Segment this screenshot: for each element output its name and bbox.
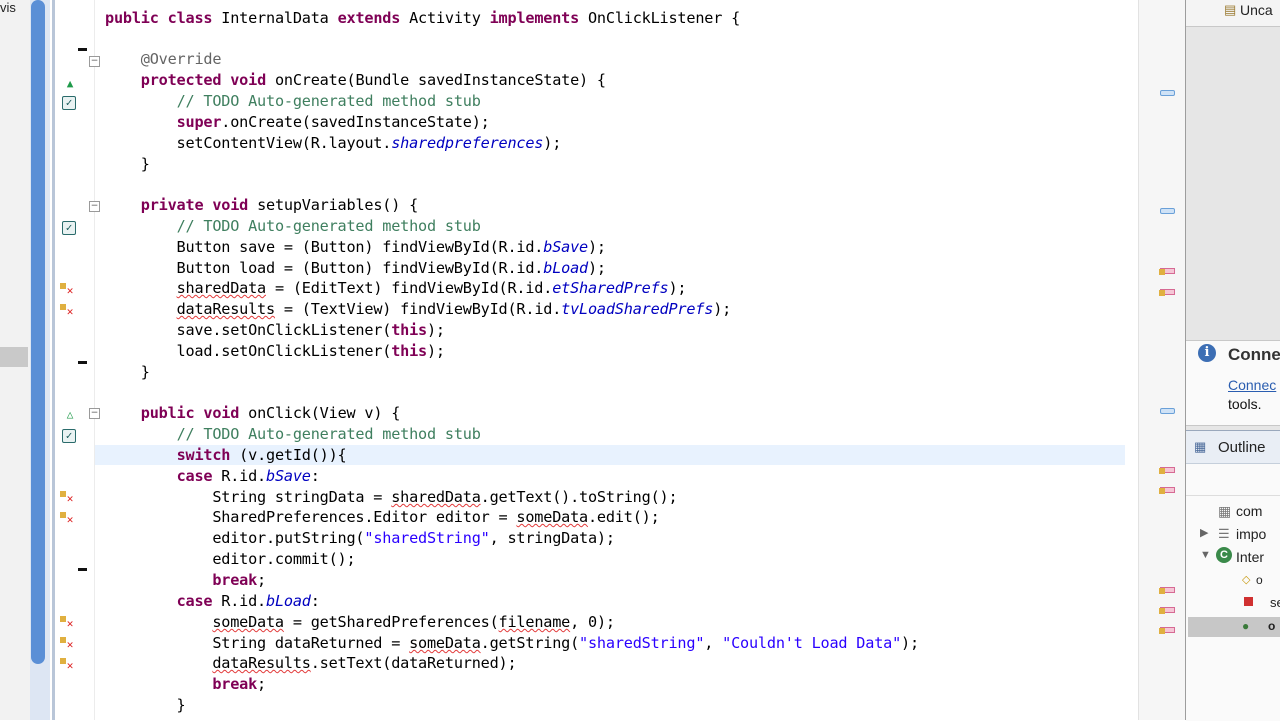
- package-item[interactable]: Unca: [1240, 2, 1280, 18]
- code-line[interactable]: }: [105, 154, 150, 174]
- private-method-icon: [1244, 597, 1253, 606]
- left-panel-text: vis: [0, 0, 16, 15]
- outline-icon: ▦: [1194, 439, 1207, 454]
- outline-item-imports[interactable]: impo: [1236, 526, 1280, 542]
- overview-task-marker[interactable]: [1160, 208, 1175, 214]
- protected-method-icon: ◇: [1242, 574, 1251, 586]
- code-line[interactable]: Button load = (Button) findViewById(R.id…: [105, 258, 607, 278]
- imports-icon: ☰: [1218, 526, 1230, 541]
- code-line[interactable]: private void setupVariables() {: [105, 195, 418, 215]
- outline-toolbar-divider: [1186, 495, 1280, 496]
- task-icon[interactable]: ✓: [62, 221, 76, 235]
- code-line[interactable]: String stringData = sharedData.getText()…: [105, 487, 677, 507]
- change-marker: [78, 568, 87, 571]
- code-line[interactable]: dataResults = (TextView) findViewById(R.…: [105, 299, 732, 319]
- fold-guide: [94, 0, 95, 720]
- outline-item-setup[interactable]: se: [1270, 595, 1280, 610]
- overview-error-marker[interactable]: [1159, 607, 1175, 614]
- task-icon[interactable]: ✓: [62, 96, 76, 110]
- fold-collapse-icon[interactable]: −: [89, 201, 100, 212]
- info-icon: i: [1198, 344, 1216, 362]
- outline-title: Outline: [1218, 439, 1266, 456]
- code-line[interactable]: dataResults.setText(dataReturned);: [105, 653, 516, 673]
- overview-task-marker[interactable]: [1160, 90, 1175, 96]
- code-line[interactable]: }: [105, 362, 150, 382]
- overview-error-marker[interactable]: [1159, 289, 1175, 296]
- left-scrollbar-thumb[interactable]: [31, 0, 45, 664]
- task-icon[interactable]: ✓: [62, 429, 76, 443]
- code-line[interactable]: @Override: [105, 49, 222, 69]
- outline-tab[interactable]: ▦ Outline: [1186, 431, 1280, 464]
- error-icon[interactable]: ✕: [60, 491, 78, 507]
- code-line[interactable]: // TODO Auto-generated method stub: [105, 216, 481, 236]
- code-line[interactable]: public void onClick(View v) {: [105, 403, 401, 423]
- error-icon[interactable]: ✕: [60, 283, 78, 299]
- connect-panel: i Conne Connec tools.: [1186, 340, 1280, 426]
- error-icon[interactable]: ✕: [60, 616, 78, 632]
- code-line[interactable]: load.setOnClickListener(this);: [105, 341, 446, 361]
- code-line[interactable]: // TODO Auto-generated method stub: [105, 91, 481, 111]
- code-line[interactable]: save.setOnClickListener(this);: [105, 320, 446, 340]
- fold-collapse-icon[interactable]: −: [89, 56, 100, 67]
- error-icon[interactable]: ✕: [60, 304, 78, 320]
- code-line[interactable]: case R.id.bSave:: [105, 466, 320, 486]
- collapse-icon[interactable]: ▼: [1200, 549, 1211, 561]
- overview-error-marker[interactable]: [1159, 587, 1175, 594]
- folder-icon: ▤: [1224, 2, 1237, 17]
- code-line[interactable]: sharedData = (EditText) findViewById(R.i…: [105, 278, 687, 298]
- code-line[interactable]: String dataReturned = someData.getString…: [105, 633, 919, 653]
- code-line[interactable]: break;: [105, 570, 266, 590]
- code-line[interactable]: public class InternalData extends Activi…: [105, 8, 740, 28]
- override-arrow-icon[interactable]: △: [62, 407, 78, 423]
- code-line[interactable]: // TODO Auto-generated method stub: [105, 424, 481, 444]
- code-line[interactable]: setContentView(R.layout.sharedpreference…: [105, 133, 562, 153]
- code-line[interactable]: editor.commit();: [105, 549, 355, 569]
- change-marker: [78, 48, 87, 51]
- left-panel-selection[interactable]: [0, 347, 28, 367]
- code-line[interactable]: someData = getSharedPreferences(filename…: [105, 612, 615, 632]
- outline-panel: ▦ Outline ▦ com ▶ ☰ impo ▼ C Inter ◇ o s…: [1186, 430, 1280, 721]
- public-method-icon: ●: [1242, 619, 1250, 633]
- right-side-panels: ▤ Unca i Conne Connec tools. ▦ Outline ▦…: [1185, 0, 1280, 721]
- outline-item-oncreate[interactable]: o: [1256, 573, 1280, 587]
- code-line[interactable]: break;: [105, 674, 266, 694]
- code-line[interactable]: }: [105, 695, 186, 715]
- overview-error-marker[interactable]: [1159, 627, 1175, 634]
- overview-error-marker[interactable]: [1159, 487, 1175, 494]
- outline-selected-row[interactable]: [1188, 617, 1280, 637]
- code-line[interactable]: protected void onCreate(Bundle savedInst…: [105, 70, 606, 90]
- code-line[interactable]: editor.putString("sharedString", stringD…: [105, 528, 615, 548]
- error-icon[interactable]: ✕: [60, 658, 78, 674]
- overview-error-marker[interactable]: [1159, 467, 1175, 474]
- change-marker: [78, 361, 87, 364]
- expand-icon[interactable]: ▶: [1200, 526, 1208, 539]
- code-line[interactable]: case R.id.bLoad:: [105, 591, 320, 611]
- error-icon[interactable]: ✕: [60, 512, 78, 528]
- connect-title: Conne: [1228, 345, 1280, 364]
- error-icon[interactable]: ✕: [60, 637, 78, 653]
- outline-item-onclick[interactable]: o: [1268, 619, 1280, 633]
- code-line[interactable]: Button save = (Button) findViewById(R.id…: [105, 237, 607, 257]
- class-icon: C: [1216, 547, 1232, 563]
- overview-error-marker[interactable]: [1159, 268, 1175, 275]
- outline-item-package[interactable]: com: [1236, 503, 1280, 519]
- overview-task-marker[interactable]: [1160, 408, 1175, 414]
- code-line[interactable]: switch (v.getId()){: [95, 445, 1125, 465]
- connect-text: tools.: [1228, 396, 1262, 412]
- code-line[interactable]: super.onCreate(savedInstanceState);: [105, 112, 490, 132]
- package-explorer-strip: ▤ Unca: [1186, 0, 1280, 27]
- override-arrow-icon[interactable]: ▲: [62, 76, 78, 92]
- code-line[interactable]: SharedPreferences.Editor editor = someDa…: [105, 507, 659, 527]
- outline-item-class[interactable]: Inter: [1236, 549, 1280, 565]
- connect-link[interactable]: Connec: [1228, 377, 1280, 393]
- imports-container-icon: ▦: [1218, 503, 1232, 519]
- editor-border: [52, 0, 55, 720]
- fold-collapse-icon[interactable]: −: [89, 408, 100, 419]
